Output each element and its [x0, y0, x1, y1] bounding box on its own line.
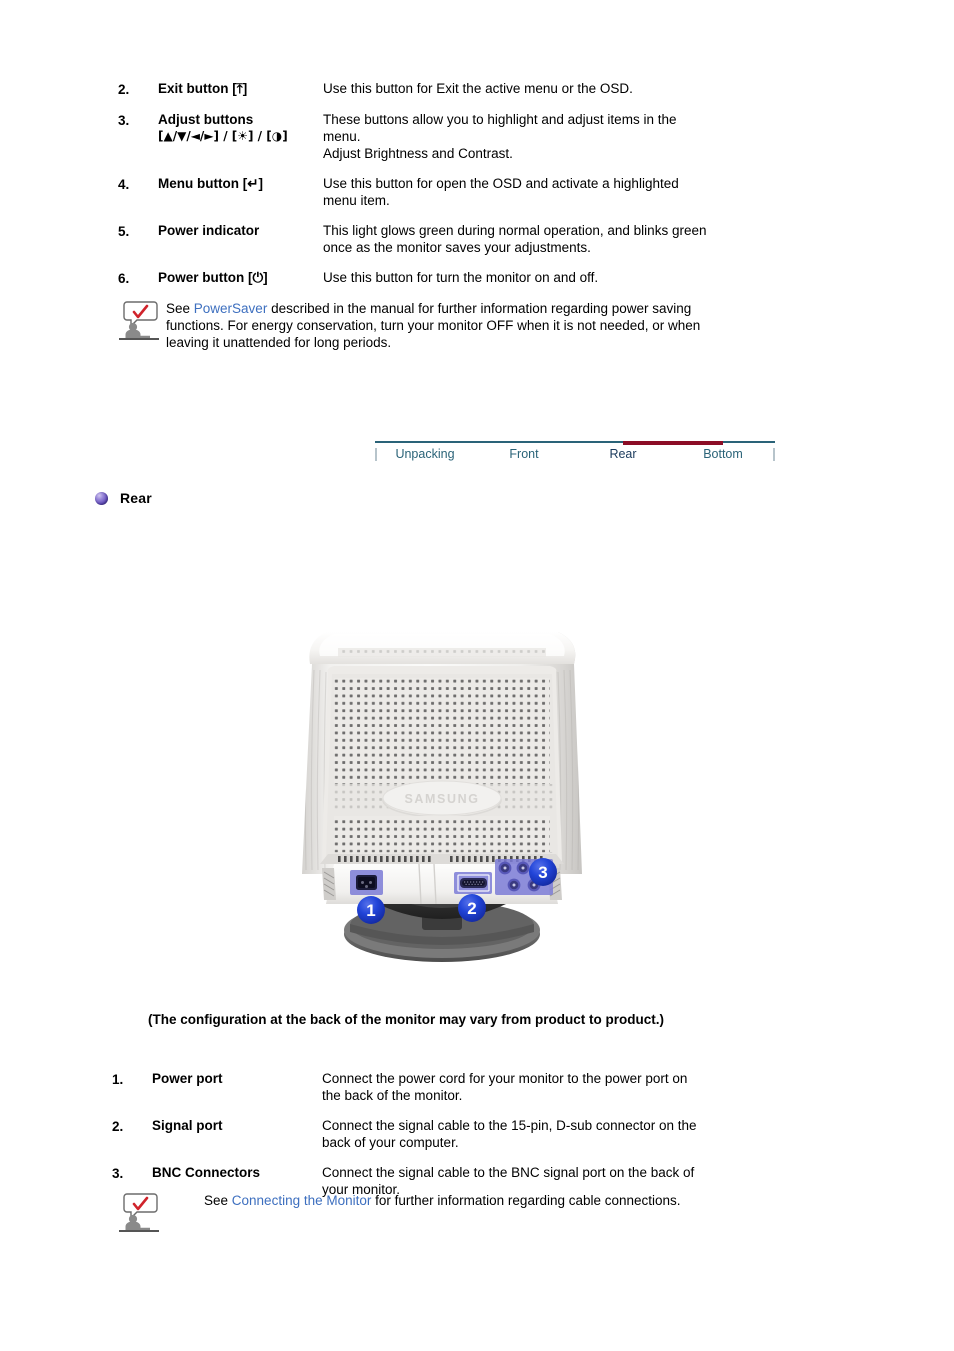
connecting-the-monitor-link[interactable]: Connecting the Monitor [232, 1193, 372, 1208]
spec-description: Use this button for open the OSD and act… [323, 175, 818, 209]
rear-ports-list: 1. Power port Connect the power cord for… [112, 1070, 812, 1211]
note-line: See PowerSaver described in the manual f… [166, 300, 700, 317]
spec-term-line: BNC Connectors [152, 1165, 261, 1180]
note-line: leaving it unattended for long periods. [166, 335, 392, 350]
note-lead: See [204, 1193, 232, 1208]
spec-desc-line: menu. [323, 129, 361, 144]
spec-row: 5. Power indicator This light glows gree… [118, 222, 818, 256]
spec-number: 2. [118, 82, 130, 97]
spec-description: Connect the power cord for your monitor … [322, 1070, 812, 1104]
front-controls-list: 2. Exit button [⤒] Use this button for E… [118, 80, 818, 300]
spec-term: Power button [⏻] [158, 269, 323, 286]
note-person-checkmark-icon [118, 1192, 162, 1232]
spec-description: These buttons allow you to highlight and… [323, 111, 818, 162]
note-lead: See [166, 301, 194, 316]
spec-row: 3. Adjust buttons [▲/▼/◄/►] / [☀] / [◑] … [118, 111, 818, 162]
spec-term-line: Power button [⏻] [158, 270, 268, 285]
note-text: See PowerSaver described in the manual f… [162, 300, 700, 351]
tabbar-active-indicator [623, 441, 723, 445]
spec-row: 2. Signal port Connect the signal cable … [112, 1117, 812, 1151]
spec-description: Connect the signal cable to the 15-pin, … [322, 1117, 812, 1151]
spec-term: Adjust buttons [▲/▼/◄/►] / [☀] / [◑] [158, 111, 323, 145]
note-person-checkmark-icon [118, 300, 162, 340]
tabbar-tabs: Unpacking Front Rear Bottom [375, 447, 775, 461]
spec-number: 1. [112, 1072, 124, 1087]
spec-term-line: Signal port [152, 1118, 223, 1133]
tab-rear[interactable]: Rear [573, 447, 673, 461]
callout-badge-3: 3 [529, 858, 557, 886]
svg-text:1: 1 [366, 901, 375, 920]
spec-row: 2. Exit button [⤒] Use this button for E… [118, 80, 818, 98]
spec-row: 1. Power port Connect the power cord for… [112, 1070, 812, 1104]
note-text: See Connecting the Monitor for further i… [162, 1192, 681, 1209]
svg-text:SAMSUNG: SAMSUNG [404, 792, 479, 806]
spec-desc-line: Connect the signal cable to the BNC sign… [322, 1165, 695, 1180]
spec-desc-line: Use this button for open the OSD and act… [323, 176, 679, 191]
section-heading: Rear [95, 490, 152, 506]
spec-term-line: Power port [152, 1071, 223, 1086]
spec-term: BNC Connectors [152, 1164, 322, 1181]
note-line-rest: for further information regarding cable … [371, 1193, 681, 1208]
callout-badge-1: 1 [357, 896, 385, 924]
purple-sphere-bullet-icon [95, 491, 108, 505]
spec-desc-line: Connect the power cord for your monitor … [322, 1071, 688, 1086]
tab-front[interactable]: Front [475, 447, 573, 461]
spec-desc-line: Connect the signal cable to the 15-pin, … [322, 1118, 697, 1133]
note-powersaver: See PowerSaver described in the manual f… [118, 300, 808, 351]
config-caption: (The configuration at the back of the mo… [148, 1012, 665, 1027]
spec-number: 3. [112, 1166, 124, 1181]
spec-number: 4. [118, 177, 130, 192]
spec-desc-line: once as the monitor saves your adjustmen… [323, 240, 591, 255]
tab-separator [773, 448, 775, 461]
svg-text:3: 3 [538, 863, 547, 882]
spec-term: Menu button [↵] [158, 175, 323, 192]
callout-badge-2: 2 [458, 894, 486, 922]
spec-desc-line: Adjust Brightness and Contrast. [323, 146, 513, 161]
section-tabbar: Unpacking Front Rear Bottom [375, 441, 775, 471]
spec-description: Use this button for Exit the active menu… [323, 80, 818, 97]
powersaver-link[interactable]: PowerSaver [194, 301, 268, 316]
tab-unpacking[interactable]: Unpacking [375, 447, 475, 461]
tab-separator [375, 448, 377, 461]
note-line: See Connecting the Monitor for further i… [204, 1192, 681, 1209]
note-line: functions. For energy conservation, turn… [166, 318, 701, 333]
spec-desc-line: Use this button for turn the monitor on … [323, 270, 599, 285]
spec-term: Power port [152, 1070, 322, 1087]
spec-desc-line: These buttons allow you to highlight and… [323, 112, 677, 127]
spec-desc-line: back of your computer. [322, 1135, 459, 1150]
spec-desc-line: Use this button for Exit the active menu… [323, 81, 633, 96]
monitor-rear-view-illustration: SAMSUNG 1 2 3 [282, 612, 602, 967]
spec-desc-line: menu item. [323, 193, 390, 208]
page-title: Rear [120, 490, 152, 506]
spec-number: 6. [118, 271, 130, 286]
spec-term-line: Exit button [⤒] [158, 81, 248, 96]
spec-row: 6. Power button [⏻] Use this button for … [118, 269, 818, 287]
spec-term: Exit button [⤒] [158, 80, 323, 97]
spec-term-line: Power indicator [158, 223, 260, 238]
spec-desc-line: the back of the monitor. [322, 1088, 463, 1103]
spec-term-glyph-line: [▲/▼/◄/►] / [☀] / [◑] [158, 129, 288, 143]
spec-desc-line: This light glows green during normal ope… [323, 223, 707, 238]
svg-text:2: 2 [467, 899, 476, 918]
spec-term-line: Menu button [↵] [158, 176, 264, 191]
spec-description: This light glows green during normal ope… [323, 222, 818, 256]
spec-number: 2. [112, 1119, 124, 1134]
note-connecting: See Connecting the Monitor for further i… [118, 1192, 808, 1232]
spec-term: Power indicator [158, 222, 323, 239]
spec-description: Use this button for turn the monitor on … [323, 269, 818, 286]
note-line-rest: described in the manual for further info… [267, 301, 692, 316]
tab-bottom[interactable]: Bottom [673, 447, 773, 461]
spec-term: Signal port [152, 1117, 322, 1134]
spec-number: 3. [118, 113, 130, 128]
spec-term-line: Adjust buttons [158, 112, 254, 127]
spec-number: 5. [118, 224, 130, 239]
spec-row: 4. Menu button [↵] Use this button for o… [118, 175, 818, 209]
